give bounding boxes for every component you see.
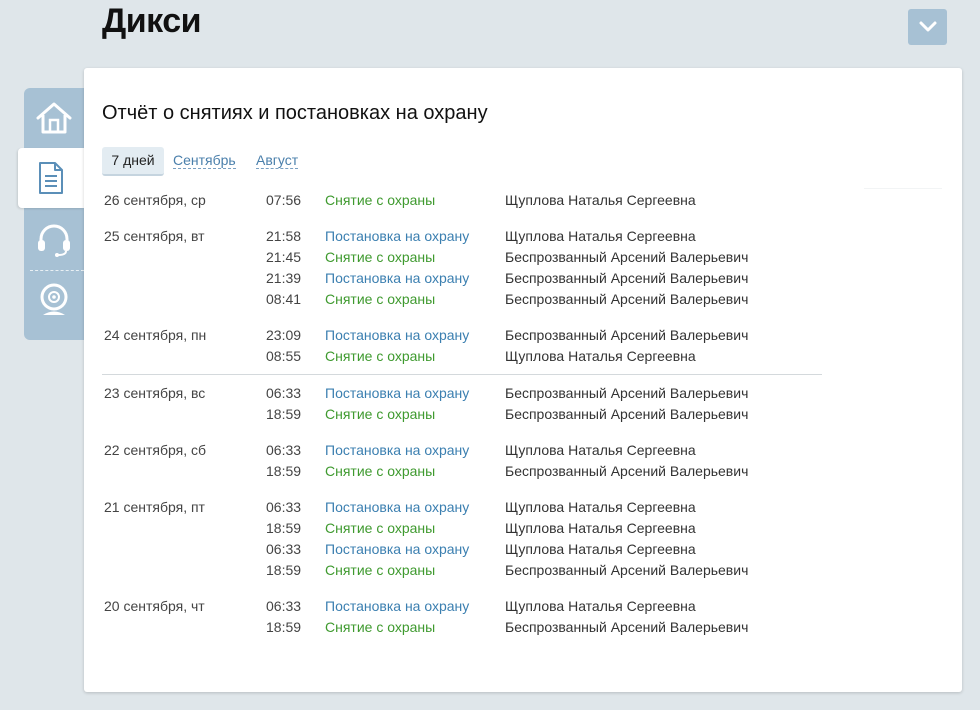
event-action-disarm: Снятие с охраны <box>325 348 436 364</box>
event-time: 18:59 <box>266 520 302 536</box>
event-time: 08:41 <box>266 291 302 307</box>
event-row: 18:59 Снятие с охраны Беспрозванный Арсени… <box>104 461 822 482</box>
event-row: 23:09 Постановка на охрану Беспрозванный А… <box>104 325 822 346</box>
tab-7-days[interactable]: 7 дней <box>102 147 164 176</box>
chevron-down-icon <box>919 21 936 32</box>
event-action-arm: Постановка на охрану <box>325 499 470 515</box>
app-title: Дикси <box>102 2 202 40</box>
event-action-arm: Постановка на охрану <box>325 228 470 244</box>
event-row: 18:59 Снятие с охраны Беспрозванный Арсени… <box>104 404 822 425</box>
event-time: 06:33 <box>266 541 302 557</box>
report-list: 26 сентября, ср 07:56 Снятие с охраны Щупло… <box>102 182 822 645</box>
event-user: Щуплова Наталья Сергеевна <box>505 499 696 515</box>
event-time: 06:33 <box>266 385 302 401</box>
report-panel: Отчёт о снятиях и постановках на охрану … <box>84 68 962 692</box>
event-user: Щуплова Наталья Сергеевна <box>505 598 696 614</box>
day-group: 26 сентября, ср 07:56 Снятие с охраны Щупло… <box>102 182 822 218</box>
event-action-disarm: Снятие с охраны <box>325 192 436 208</box>
event-row: 06:33 Постановка на охрану Беспрозванный А… <box>104 383 822 404</box>
event-action-disarm: Снятие с охраны <box>325 291 436 307</box>
event-action-arm: Постановка на охрану <box>325 442 470 458</box>
webcam-icon <box>40 283 68 315</box>
day-group: 22 сентября, сб 06:33 Постановка на охрану… <box>102 432 822 489</box>
event-row: 18:59 Снятие с охраны Щуплова Наталья Серг… <box>104 518 822 539</box>
tab-september[interactable]: Сентябрь <box>173 147 236 174</box>
event-user: Беспрозванный Арсений Валерьевич <box>505 327 749 343</box>
event-time: 21:39 <box>266 270 302 286</box>
nav-item-camera[interactable] <box>24 270 84 330</box>
event-time: 21:45 <box>266 249 302 265</box>
event-user: Беспрозванный Арсений Валерьевич <box>505 249 749 265</box>
report-title: Отчёт о снятиях и постановках на охрану <box>102 102 488 124</box>
event-time: 07:56 <box>266 192 302 208</box>
event-time: 18:59 <box>266 463 302 479</box>
event-user: Щуплова Наталья Сергеевна <box>505 442 696 458</box>
event-user: Щуплова Наталья Сергеевна <box>505 520 696 536</box>
event-row: 07:56 Снятие с охраны Щуплова Наталья Серг… <box>104 190 822 211</box>
day-group: 23 сентября, вс 06:33 Постановка на охрану… <box>102 374 822 432</box>
event-user: Беспрозванный Арсений Валерьевич <box>505 291 749 307</box>
event-row: 18:59 Снятие с охраны Беспрозванный Арсени… <box>104 560 822 581</box>
event-row: 21:39 Постановка на охрану Беспрозванный А… <box>104 268 822 289</box>
event-time: 21:58 <box>266 228 302 244</box>
event-row: 18:59 Снятие с охраны Беспрозванный Арсени… <box>104 617 822 638</box>
event-action-disarm: Снятие с охраны <box>325 406 436 422</box>
event-user: Беспрозванный Арсений Валерьевич <box>505 270 749 286</box>
house-icon <box>36 102 72 134</box>
event-action-arm: Постановка на охрану <box>325 327 470 343</box>
decorative-line <box>864 188 942 189</box>
day-group: 25 сентября, вт 21:58 Постановка на охрану… <box>102 218 822 317</box>
event-action-disarm: Снятие с охраны <box>325 249 436 265</box>
day-group: 21 сентября, пт 06:33 Постановка на охрану… <box>102 489 822 588</box>
event-action-disarm: Снятие с охраны <box>325 619 436 635</box>
event-user: Щуплова Наталья Сергеевна <box>505 348 696 364</box>
nav-item-home[interactable] <box>24 88 84 148</box>
event-user: Беспрозванный Арсений Валерьевич <box>505 562 749 578</box>
event-row: 08:41 Снятие с охраны Беспрозванный Арсени… <box>104 289 822 310</box>
event-row: 06:33 Постановка на охрану Щуплова Наталья… <box>104 440 822 461</box>
document-icon <box>39 162 63 194</box>
event-row: 06:33 Постановка на охрану Щуплова Наталья… <box>104 497 822 518</box>
event-time: 18:59 <box>266 619 302 635</box>
event-action-disarm: Снятие с охраны <box>325 520 436 536</box>
event-action-arm: Постановка на охрану <box>325 385 470 401</box>
side-nav <box>18 88 84 340</box>
event-time: 08:55 <box>266 348 302 364</box>
menu-toggle-button[interactable] <box>908 9 947 45</box>
event-user: Щуплова Наталья Сергеевна <box>505 192 696 208</box>
event-time: 18:59 <box>266 406 302 422</box>
day-group: 24 сентября, пн 23:09 Постановка на охрану… <box>102 317 822 374</box>
event-action-arm: Постановка на охрану <box>325 270 470 286</box>
event-user: Беспрозванный Арсений Валерьевич <box>505 406 749 422</box>
headset-icon <box>38 224 70 257</box>
event-user: Беспрозванный Арсений Валерьевич <box>505 619 749 635</box>
nav-item-reports[interactable] <box>18 148 84 208</box>
event-action-arm: Постановка на охрану <box>325 541 470 557</box>
event-action-disarm: Снятие с охраны <box>325 463 436 479</box>
event-row: 08:55 Снятие с охраны Щуплова Наталья Серг… <box>104 346 822 367</box>
nav-item-support[interactable] <box>24 210 84 270</box>
event-row: 21:58 Постановка на охрану Щуплова Наталья… <box>104 226 822 247</box>
event-row: 06:33 Постановка на охрану Щуплова Наталья… <box>104 596 822 617</box>
event-user: Беспрозванный Арсений Валерьевич <box>505 385 749 401</box>
event-time: 18:59 <box>266 562 302 578</box>
event-user: Беспрозванный Арсений Валерьевич <box>505 463 749 479</box>
event-time: 06:33 <box>266 442 302 458</box>
tab-august[interactable]: Август <box>256 147 299 174</box>
event-action-disarm: Снятие с охраны <box>325 562 436 578</box>
event-row: 21:45 Снятие с охраны Беспрозванный Арсени… <box>104 247 822 268</box>
day-group: 20 сентября, чт 06:33 Постановка на охрану… <box>102 588 822 645</box>
event-time: 23:09 <box>266 327 302 343</box>
event-user: Щуплова Наталья Сергеевна <box>505 541 696 557</box>
event-user: Щуплова Наталья Сергеевна <box>505 228 696 244</box>
event-action-arm: Постановка на охрану <box>325 598 470 614</box>
event-time: 06:33 <box>266 499 302 515</box>
event-row: 06:33 Постановка на охрану Щуплова Наталья… <box>104 539 822 560</box>
event-time: 06:33 <box>266 598 302 614</box>
